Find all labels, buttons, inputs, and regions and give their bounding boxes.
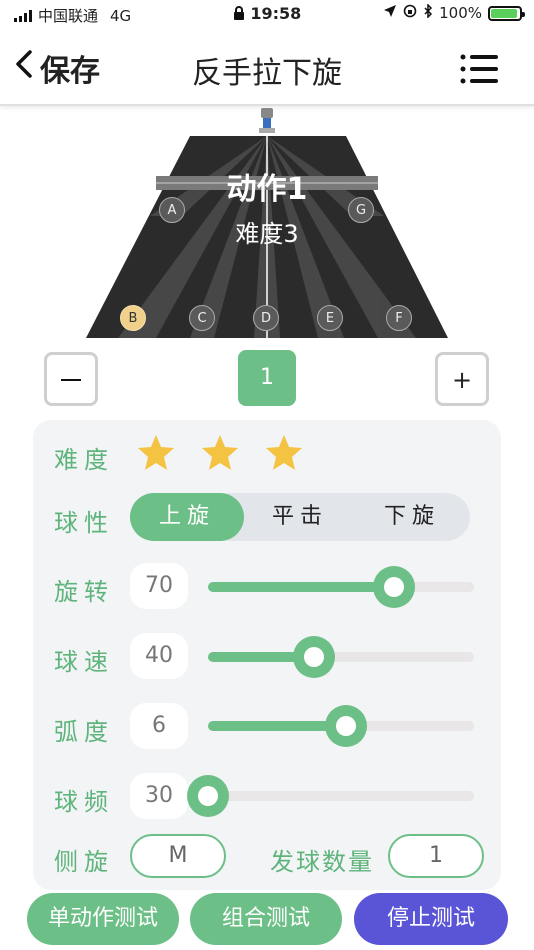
arc-slider[interactable]: [208, 705, 474, 747]
rotation-slider[interactable]: [208, 566, 474, 608]
bluetooth-icon: [423, 3, 433, 22]
battery-percent: 100%: [439, 4, 482, 22]
back-label: 保存: [40, 54, 100, 89]
chevron-left-icon: [14, 49, 34, 87]
minus-icon: [61, 379, 81, 381]
time-label: 19:58: [250, 4, 302, 23]
difficulty-label: 难度: [54, 446, 114, 474]
nav-bar: 保存 反手拉下旋: [0, 28, 534, 106]
zone-c[interactable]: C: [189, 305, 215, 331]
star-icon-1[interactable]: [136, 433, 176, 473]
stop-test-button[interactable]: 停止测试: [354, 893, 508, 945]
spin-option-flat[interactable]: 平击: [250, 493, 350, 541]
single-action-test-button[interactable]: 单动作测试: [27, 893, 179, 945]
zone-d[interactable]: D: [253, 305, 279, 331]
zone-f[interactable]: F: [386, 305, 412, 331]
ball-count-field[interactable]: 1: [388, 834, 484, 878]
speed-slider[interactable]: [208, 636, 474, 678]
action-difficulty: 难度3: [235, 220, 299, 248]
arc-slider-thumb[interactable]: [325, 705, 367, 747]
plus-button[interactable]: +: [435, 352, 489, 406]
frequency-value[interactable]: 30: [130, 773, 188, 819]
rotation-lock-icon: [403, 4, 417, 22]
combo-test-button[interactable]: 组合测试: [190, 893, 342, 945]
ball-count-label: 发球数量: [270, 848, 374, 876]
arc-value[interactable]: 6: [130, 703, 188, 749]
speed-value[interactable]: 40: [130, 633, 188, 679]
minus-button[interactable]: [44, 352, 98, 406]
status-right: 100%: [383, 3, 525, 22]
battery-icon: [488, 5, 525, 21]
spin-option-topspin[interactable]: 上旋: [130, 493, 244, 541]
rotation-value[interactable]: 70: [130, 563, 188, 609]
menu-icon[interactable]: [460, 54, 498, 84]
speed-label: 球速: [54, 648, 114, 676]
zone-a[interactable]: A: [159, 197, 185, 223]
back-save-button[interactable]: 保存: [14, 46, 100, 90]
spin-type-segmented: 上旋 平击 下旋: [130, 493, 470, 541]
action-index: 1: [238, 350, 296, 406]
side-spin-label: 侧旋: [54, 848, 114, 876]
rotation-label: 旋转: [54, 578, 114, 606]
zone-g[interactable]: G: [348, 197, 374, 223]
speed-slider-thumb[interactable]: [293, 636, 335, 678]
spin-type-label: 球性: [54, 509, 114, 537]
rotation-slider-fill: [208, 582, 394, 592]
frequency-label: 球频: [54, 788, 114, 816]
zone-b[interactable]: B: [120, 305, 146, 331]
location-icon: [383, 4, 397, 22]
side-spin-field[interactable]: M: [130, 834, 226, 878]
star-icon-3[interactable]: [264, 433, 304, 473]
robot-icon: [259, 108, 275, 133]
frequency-slider[interactable]: [187, 775, 474, 817]
status-bar: 中国联通 4G 19:58 100%: [0, 0, 534, 28]
action-title: 动作1: [226, 172, 308, 207]
zone-e[interactable]: E: [317, 305, 343, 331]
star-icon-2[interactable]: [200, 433, 240, 473]
frequency-slider-thumb[interactable]: [187, 775, 229, 817]
rotation-slider-thumb[interactable]: [373, 566, 415, 608]
arc-label: 弧度: [54, 718, 114, 746]
spin-option-backspin[interactable]: 下旋: [362, 493, 462, 541]
lock-icon: [233, 4, 251, 23]
table-diagram: 动作1 难度3 A B C D E F G: [0, 106, 534, 346]
